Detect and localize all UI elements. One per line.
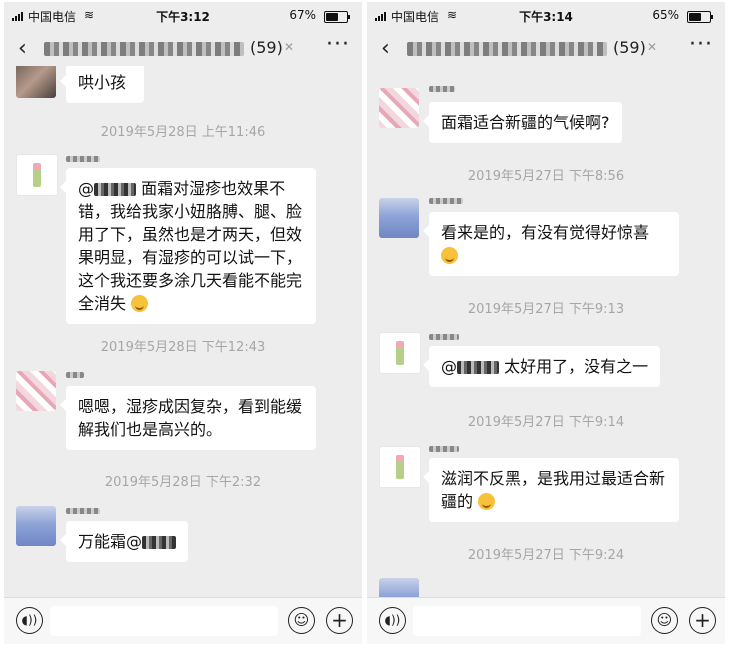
avatar[interactable] xyxy=(16,506,56,546)
avatar[interactable] xyxy=(379,88,419,128)
message-bubble[interactable]: 滋润不反黑，是我用过最适合新疆的 xyxy=(423,458,679,522)
sender-name-redacted xyxy=(66,508,100,514)
battery-percent: 65% xyxy=(652,8,679,22)
avatar[interactable] xyxy=(16,154,58,196)
thinking-emoji-icon xyxy=(131,295,149,312)
thinking-emoji-icon xyxy=(441,247,458,264)
avatar[interactable] xyxy=(379,198,419,238)
timestamp: 2019年5月27日 下午9:14 xyxy=(467,415,625,430)
emoji-icon[interactable]: ☺ xyxy=(651,607,678,634)
message-list[interactable]: 哄小孩 2019年5月28日 上午11:46 @ 面霜对湿疹也效果不错，我给我家… xyxy=(4,66,362,598)
more-icon[interactable]: ··· xyxy=(326,32,350,57)
more-icon[interactable]: ··· xyxy=(689,32,713,57)
input-bar: ◖)) ☺ + xyxy=(4,597,362,644)
avatar[interactable] xyxy=(379,578,419,598)
message-list[interactable]: 面霜适合新疆的气候啊? 2019年5月27日 下午8:56 看来是的，有没有觉得… xyxy=(367,66,725,598)
message-bubble[interactable]: 万能霜@ xyxy=(59,521,189,562)
sender-name-redacted xyxy=(66,156,100,162)
message-bubble[interactable]: 看来是的，有没有觉得好惊喜 xyxy=(423,212,679,276)
timestamp: 2019年5月28日 上午11:46 xyxy=(100,125,266,140)
member-count: (59) xyxy=(613,38,646,57)
message-bubble[interactable]: 哄小孩 xyxy=(60,66,144,103)
message-bubble[interactable]: 面霜适合新疆的气候啊? xyxy=(423,102,622,143)
mention-redacted xyxy=(457,361,499,374)
message-bubble[interactable]: @ 太好用了，没有之一 xyxy=(422,346,661,387)
message-input[interactable] xyxy=(413,606,641,636)
sender-name-redacted xyxy=(66,372,84,378)
input-bar: ◖)) ☺ + xyxy=(367,597,725,644)
plus-icon[interactable]: + xyxy=(689,607,716,634)
timestamp: 2019年5月27日 下午9:13 xyxy=(467,302,625,317)
mute-icon: ✕ xyxy=(284,40,295,54)
member-count: (59) xyxy=(250,38,283,57)
mention-redacted xyxy=(142,536,177,549)
plus-icon[interactable]: + xyxy=(326,607,353,634)
voice-icon[interactable]: ◖)) xyxy=(379,607,406,634)
status-bar: 中国电信 ≋ 下午3:14 65% xyxy=(367,2,725,30)
avatar[interactable] xyxy=(16,66,56,98)
message-bubble[interactable]: @ 面霜对湿疹也效果不错，我给我家小妞胳膊、腿、脸用了下，虽然也是才两天，但效果… xyxy=(60,168,316,324)
timestamp: 2019年5月27日 下午8:56 xyxy=(467,169,625,184)
voice-icon[interactable]: ◖)) xyxy=(16,607,43,634)
avatar[interactable] xyxy=(16,371,56,411)
message-input[interactable] xyxy=(50,606,278,636)
right-chat-screen: 中国电信 ≋ 下午3:14 65% ‹ (59) ✕ ··· 面霜适合新疆的气候… xyxy=(367,2,725,644)
avatar[interactable] xyxy=(379,332,421,374)
back-icon[interactable]: ‹ xyxy=(18,36,27,61)
timestamp: 2019年5月28日 下午12:43 xyxy=(100,340,266,355)
left-chat-screen: 中国电信 ≋ 下午3:12 67% ‹ (59) ✕ ··· 哄小孩 2019年… xyxy=(4,2,362,644)
back-icon[interactable]: ‹ xyxy=(381,36,390,61)
sender-name-redacted xyxy=(429,446,459,452)
chat-header: ‹ (59) ✕ ··· xyxy=(367,30,725,66)
sender-name-redacted xyxy=(429,198,463,204)
timestamp: 2019年5月28日 下午2:32 xyxy=(104,475,262,490)
chat-header: ‹ (59) ✕ ··· xyxy=(4,30,362,66)
battery-percent: 67% xyxy=(289,8,316,22)
emoji-icon[interactable]: ☺ xyxy=(288,607,315,634)
sender-name-redacted xyxy=(429,334,459,340)
laughing-emoji-icon xyxy=(478,493,496,510)
group-title-redacted xyxy=(44,42,244,56)
timestamp: 2019年5月27日 下午9:24 xyxy=(467,548,625,563)
battery-icon xyxy=(687,11,713,23)
sender-name-redacted xyxy=(429,86,455,92)
mention-redacted xyxy=(94,183,136,196)
mute-icon: ✕ xyxy=(647,40,658,54)
message-bubble[interactable]: 嗯嗯，湿疹成因复杂，看到能缓解我们也是高兴的。 xyxy=(60,386,316,450)
group-title-redacted xyxy=(407,42,607,56)
battery-icon xyxy=(324,11,350,23)
avatar[interactable] xyxy=(379,446,421,488)
status-bar: 中国电信 ≋ 下午3:12 67% xyxy=(4,2,362,30)
